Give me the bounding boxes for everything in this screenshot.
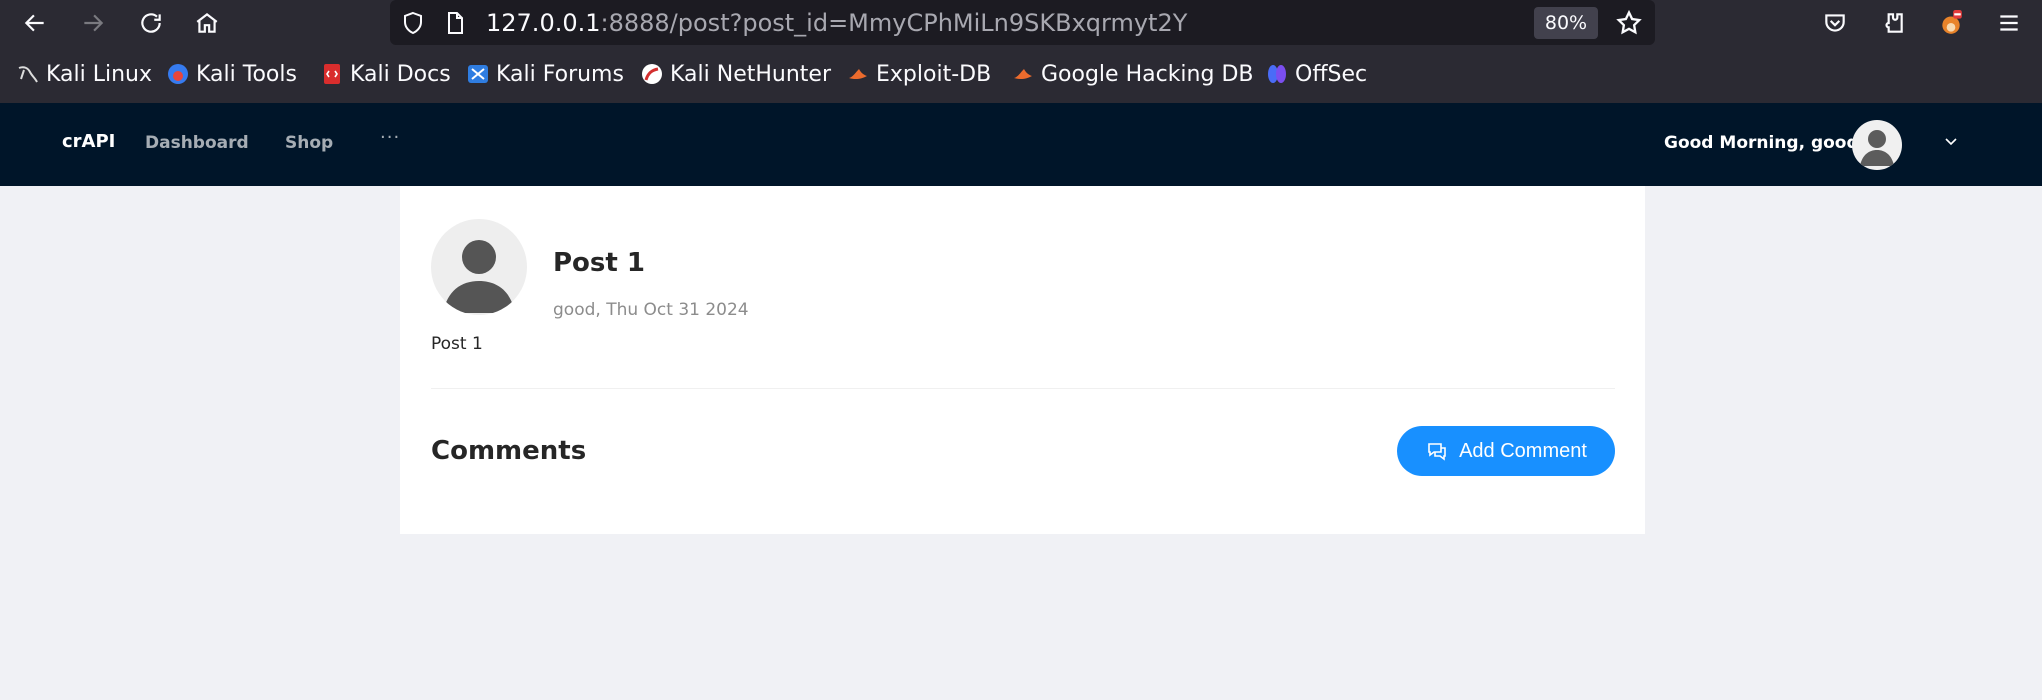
zoom-level-badge[interactable]: 80% bbox=[1534, 7, 1598, 39]
home-icon[interactable] bbox=[190, 6, 224, 40]
bookmark-label: Exploit-DB bbox=[876, 61, 992, 87]
bookmark-exploit-db[interactable]: Exploit-DB bbox=[846, 58, 991, 90]
person-icon bbox=[443, 240, 515, 313]
browser-toolbar: 127.0.0.1:8888/post?post_id=MmyCPhMiLn9S… bbox=[0, 0, 2042, 45]
add-comment-button[interactable]: Add Comment bbox=[1397, 426, 1615, 476]
divider bbox=[431, 388, 1615, 389]
bookmark-google-hacking-db[interactable]: Google Hacking DB bbox=[1011, 58, 1253, 90]
bookmark-kali-nethunter[interactable]: Kali NetHunter bbox=[640, 58, 831, 90]
nav-shop[interactable]: Shop bbox=[285, 133, 333, 153]
back-arrow-icon[interactable] bbox=[18, 6, 52, 40]
bookmark-label: Kali Tools bbox=[196, 61, 297, 87]
bookmark-label: Kali Docs bbox=[350, 61, 451, 87]
brand-logo[interactable]: crAPI bbox=[62, 131, 115, 152]
url-bar[interactable]: 127.0.0.1:8888/post?post_id=MmyCPhMiLn9S… bbox=[390, 0, 1655, 45]
post-author-date: good, Thu Oct 31 2024 bbox=[553, 300, 749, 320]
comments-heading: Comments bbox=[431, 436, 587, 466]
bookmark-label: Google Hacking DB bbox=[1041, 61, 1254, 87]
forward-arrow-icon[interactable] bbox=[76, 6, 110, 40]
page-info-icon[interactable] bbox=[440, 8, 470, 38]
kali-forums-icon bbox=[466, 62, 490, 86]
app-navbar: crAPI Dashboard Shop ··· Good Morning, g… bbox=[0, 103, 2042, 186]
bookmark-kali-tools[interactable]: Kali Tools bbox=[166, 58, 297, 90]
bookmark-kali-linux[interactable]: Kali Linux bbox=[16, 58, 152, 90]
reload-icon[interactable] bbox=[134, 6, 168, 40]
bookmark-label: Kali Linux bbox=[46, 61, 153, 87]
post-content: Post 1 bbox=[431, 334, 483, 354]
bookmark-star-icon[interactable] bbox=[1612, 6, 1646, 40]
bookmark-offsec[interactable]: OffSec bbox=[1265, 58, 1367, 90]
offsec-icon bbox=[1265, 62, 1289, 86]
url-path: :8888/post?post_id=MmyCPhMiLn9SKBxqrmyt2… bbox=[600, 9, 1188, 37]
extensions-puzzle-icon[interactable] bbox=[1876, 6, 1910, 40]
bookmark-label: Kali Forums bbox=[496, 61, 624, 87]
bookmark-kali-forums[interactable]: Kali Forums bbox=[466, 58, 624, 90]
post-title: Post 1 bbox=[553, 248, 645, 278]
greeting-text: Good Morning, good! bbox=[1664, 133, 1867, 153]
pocket-icon[interactable] bbox=[1818, 6, 1852, 40]
bookmark-kali-docs[interactable]: Kali Docs bbox=[320, 58, 451, 90]
post-card: Post 1 good, Thu Oct 31 2024 Post 1 Comm… bbox=[400, 186, 1645, 534]
kali-dragon-icon bbox=[16, 62, 40, 86]
nav-more-ellipsis[interactable]: ··· bbox=[380, 127, 400, 148]
kali-docs-icon bbox=[320, 62, 344, 86]
nethunter-icon bbox=[640, 62, 664, 86]
url-host: 127.0.0.1 bbox=[486, 9, 601, 37]
kali-tools-icon bbox=[166, 62, 190, 86]
bookmarks-bar: Kali Linux Kali Tools Kali Docs Kali For… bbox=[0, 45, 2042, 103]
bookmark-label: OffSec bbox=[1295, 61, 1368, 87]
hamburger-menu-icon[interactable] bbox=[1992, 6, 2026, 40]
url-text[interactable]: 127.0.0.1:8888/post?post_id=MmyCPhMiLn9S… bbox=[486, 9, 1187, 37]
nav-dashboard[interactable]: Dashboard bbox=[145, 133, 249, 153]
bookmark-label: Kali NetHunter bbox=[670, 61, 831, 87]
ghdb-icon bbox=[1011, 62, 1035, 86]
post-author-avatar bbox=[431, 219, 527, 315]
shield-icon[interactable] bbox=[398, 8, 428, 38]
comment-icon bbox=[1428, 443, 1446, 461]
person-icon bbox=[1860, 130, 1894, 166]
exploit-db-icon bbox=[846, 62, 870, 86]
chevron-down-icon[interactable] bbox=[1941, 131, 1961, 151]
add-comment-label: Add Comment bbox=[1459, 439, 1587, 462]
extension-fox-icon[interactable] bbox=[1934, 6, 1968, 40]
user-avatar[interactable] bbox=[1852, 120, 1902, 170]
